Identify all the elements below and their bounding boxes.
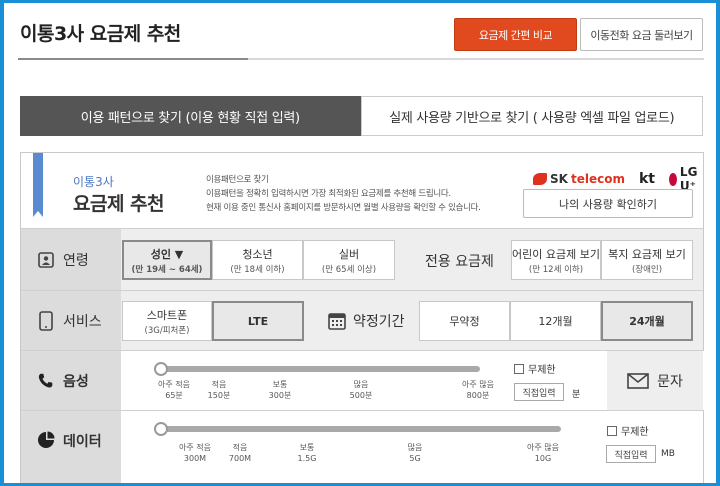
- option-sub: (만 65세 이상): [321, 264, 377, 275]
- data-tick: 아주 많음 10G: [527, 443, 559, 463]
- service-row: 서비스 스마트폰 (3G/피처폰) LTE 약정기간 무약정 12개월 24개월: [21, 290, 703, 350]
- age-label: 연령: [21, 229, 121, 290]
- kt-logo: kt: [638, 171, 655, 187]
- rec-description: 이용패턴으로 찾기 이용패턴을 정확히 입력하시면 가장 최적화된 요금제를 추…: [206, 173, 481, 215]
- data-tick: 아주 적음 300M: [179, 443, 211, 463]
- option-title: 성인 ▼: [150, 247, 184, 261]
- data-tick: 적음 700M: [228, 443, 252, 463]
- service-option-smartphone[interactable]: 스마트폰 (3G/피처폰): [122, 301, 212, 341]
- age-option-adult[interactable]: 성인 ▼ (만 19세 ~ 64세): [122, 240, 212, 280]
- option-title: 어린이 요금제 보기: [512, 247, 600, 261]
- contract-option-none[interactable]: 무약정: [419, 301, 510, 341]
- welfare-plan-button[interactable]: 복지 요금제 보기 (장애인): [601, 240, 693, 280]
- rec-desc-line: 현재 이용 중인 통신사 홈페이지를 방문하시면 월별 사용량을 확인할 수 있…: [206, 203, 481, 213]
- sk-telecom-logo: SK telecom: [533, 172, 625, 186]
- service-option-lte[interactable]: LTE: [212, 301, 304, 341]
- voice-label-text: 음성: [63, 373, 89, 390]
- calendar-icon: [328, 313, 346, 330]
- data-tick: 많음 5G: [407, 443, 423, 463]
- contract-label-text: 약정기간: [353, 314, 405, 330]
- voice-unlimited-checkbox[interactable]: 무제한: [514, 361, 556, 376]
- age-option-silver[interactable]: 실버 (만 65세 이상): [303, 240, 395, 280]
- checkbox-box[interactable]: [514, 363, 524, 374]
- voice-tick: 아주 적음 65분: [158, 380, 190, 400]
- voice-direct-input-button[interactable]: 직접입력: [514, 383, 564, 401]
- lg-face-icon: [668, 172, 677, 186]
- option-sub: (3G/피처폰): [144, 325, 190, 336]
- voice-row: 음성 아주 적음 65분 적음 150분 보통 300분 많음 500분 아주 많음 80…: [21, 350, 707, 410]
- page-title: 이통3사 요금제 추천: [20, 23, 181, 45]
- smartphone-icon: [37, 310, 55, 331]
- age-option-youth[interactable]: 청소년 (만 18세 이하): [212, 240, 303, 280]
- contract-period-label: 약정기간: [327, 311, 405, 331]
- sms-label: 문자: [657, 373, 683, 390]
- option-sub: (만 12세 이하): [528, 264, 584, 275]
- title-divider-accent: [18, 58, 248, 60]
- recommendation-panel: 이통3사 요금제 추천 이용패턴으로 찾기 이용패턴을 정확히 입력하시면 가장…: [20, 152, 707, 483]
- id-card-icon: [37, 251, 55, 269]
- check-my-usage-button[interactable]: 나의 사용량 확인하기: [523, 189, 693, 218]
- data-slider-track[interactable]: [161, 426, 561, 432]
- envelope-icon: [627, 372, 649, 389]
- age-label-text: 연령: [63, 252, 89, 269]
- tab-actual-usage[interactable]: 실제 사용량 기반으로 찾기 ( 사용량 엑셀 파일 업로드): [360, 96, 703, 136]
- data-label-text: 데이터: [63, 434, 102, 450]
- data-slider: 아주 적음 300M 적음 700M 보통 1.5G 많음 5G 아주 많음 10G 무제…: [121, 411, 703, 483]
- contract-option-24m[interactable]: 24개월: [601, 301, 693, 341]
- data-tick: 보통 1.5G: [297, 443, 317, 463]
- service-label-text: 서비스: [63, 313, 102, 330]
- checkbox-box[interactable]: [607, 425, 617, 436]
- data-label: 데이터: [21, 411, 121, 483]
- sms-section[interactable]: 문자: [607, 351, 703, 410]
- voice-tick: 보통 300분: [268, 380, 292, 400]
- data-row: 데이터 아주 적음 300M 적음 700M 보통 1.5G 많음 5G 아주 많음 10…: [21, 410, 703, 483]
- option-title: 무약정: [449, 315, 480, 328]
- option-title: 복지 요금제 보기: [608, 247, 686, 261]
- voice-tick: 아주 많음 800분: [462, 380, 494, 400]
- rec-desc-line: 이용패턴을 정확히 입력하시면 가장 최적화된 요금제를 추천해 드립니다.: [206, 189, 451, 199]
- data-direct-input-button[interactable]: 직접입력: [606, 445, 656, 463]
- rec-desc-heading: 이용패턴으로 찾기: [206, 175, 269, 185]
- page-frame: 이통3사 요금제 추천 요금제 간편 비교 이동전화 요금 둘러보기 이용 패턴…: [4, 3, 716, 483]
- plan-compare-button[interactable]: 요금제 간편 비교: [454, 18, 577, 51]
- option-title: 12개월: [538, 315, 573, 328]
- bookmark-ribbon-icon: [33, 153, 43, 217]
- option-sub: (장애인): [631, 264, 663, 275]
- sk-logo-text: telecom: [570, 172, 625, 186]
- pie-chart-icon: [37, 431, 55, 449]
- voice-label: 음성: [21, 351, 121, 410]
- option-title: 실버: [338, 247, 360, 261]
- data-slider-handle[interactable]: [154, 422, 168, 436]
- rec-subtitle: 이통3사: [73, 175, 114, 189]
- recommendation-header: 이통3사 요금제 추천 이용패턴으로 찾기 이용패턴을 정확히 입력하시면 가장…: [21, 153, 703, 228]
- dedicated-plans-label: 전용 요금제: [425, 254, 494, 270]
- option-title: 스마트폰: [146, 308, 188, 322]
- option-title: LTE: [247, 314, 269, 328]
- rec-title: 요금제 추천: [73, 193, 165, 215]
- voice-slider-handle[interactable]: [154, 362, 168, 376]
- kids-plan-button[interactable]: 어린이 요금제 보기 (만 12세 이하): [511, 240, 601, 280]
- voice-unit: 분: [572, 390, 581, 400]
- tab-usage-pattern[interactable]: 이용 패턴으로 찾기 (이용 현황 직접 입력): [20, 96, 361, 136]
- checkbox-label: 무제한: [621, 427, 649, 438]
- sk-logo-prefix: SK: [550, 172, 568, 186]
- checkbox-label: 무제한: [528, 365, 556, 376]
- browse-plans-button[interactable]: 이동전화 요금 둘러보기: [580, 18, 703, 51]
- search-mode-tabs: 이용 패턴으로 찾기 (이용 현황 직접 입력) 실제 사용량 기반으로 찾기 …: [20, 96, 703, 136]
- voice-tick: 적음 150분: [207, 380, 231, 400]
- data-unit: MB: [661, 449, 675, 459]
- sk-wing-icon: [533, 173, 547, 185]
- data-unlimited-checkbox[interactable]: 무제한: [607, 423, 649, 438]
- service-label: 서비스: [21, 291, 121, 350]
- option-sub: (만 19세 ~ 64세): [131, 264, 203, 275]
- age-row: 연령 성인 ▼ (만 19세 ~ 64세) 청소년 (만 18세 이하) 실버 …: [21, 228, 703, 290]
- phone-icon: [37, 372, 55, 390]
- option-sub: (만 18세 이하): [230, 264, 285, 275]
- option-title: 청소년: [242, 247, 273, 261]
- voice-tick: 많음 500분: [349, 380, 373, 400]
- voice-slider-track[interactable]: [161, 366, 480, 372]
- contract-option-12m[interactable]: 12개월: [510, 301, 601, 341]
- option-title: 24개월: [629, 315, 665, 328]
